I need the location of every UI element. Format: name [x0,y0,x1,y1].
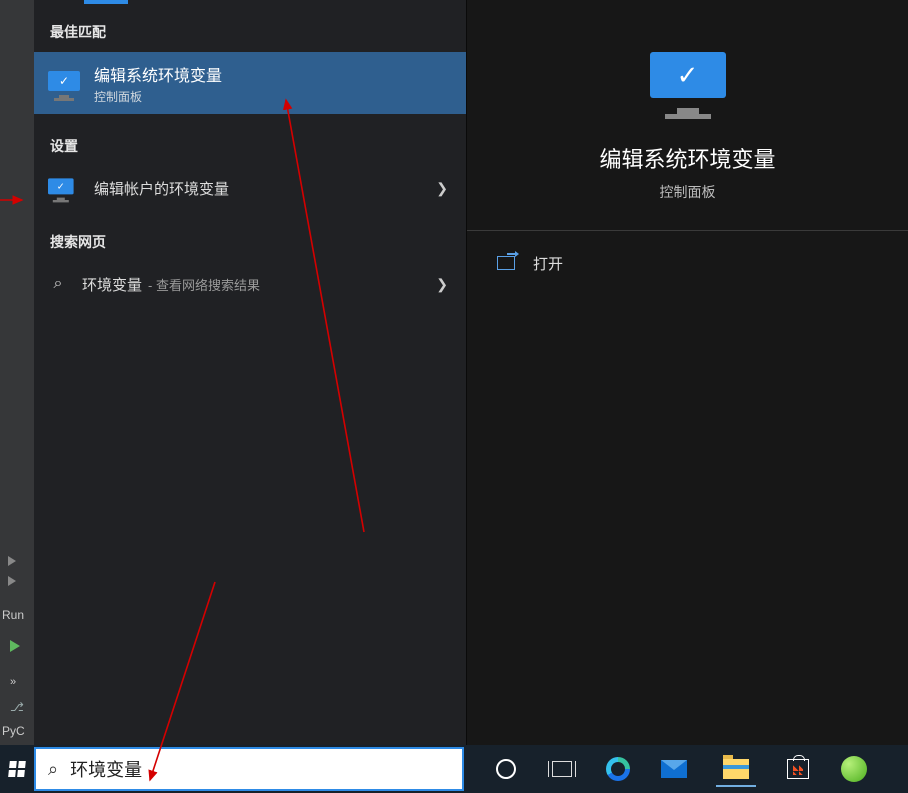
active-tab-indicator [84,0,128,4]
branch-icon: ⎇ [10,700,24,714]
result-subtitle: 控制面板 [94,88,222,105]
search-icon: ⌕ [48,275,68,293]
section-best-match: 最佳匹配 [34,0,466,52]
ide-gutter: Run » ⎇ PyC [0,0,34,745]
web-result-title: 环境变量 [82,274,142,295]
browser-360-button[interactable] [840,755,868,783]
ide-chevrons: » [10,676,16,688]
start-search-panel: 最佳匹配 ✓ 编辑系统环境变量 控制面板 设置 ✓ 编辑帐户的环境变量 ❯ [34,0,908,745]
search-icon: ⌕ [48,759,58,780]
edge-button[interactable] [604,755,632,783]
result-title: 编辑系统环境变量 [94,62,222,86]
mail-button[interactable] [660,755,688,783]
edge-icon [606,757,630,781]
web-result-hint: - 查看网络搜索结果 [148,275,260,294]
open-action[interactable]: 打开 [467,241,908,285]
play-icon [10,640,20,655]
detail-subtitle: 控制面板 [660,182,716,202]
taskbar-icons [492,749,868,789]
ms-store-button[interactable] [784,755,812,783]
windows-logo-icon [8,761,25,777]
system-settings-icon: ✓ [48,71,80,95]
system-settings-icon-large: ✓ [650,52,726,108]
active-app-indicator [716,785,756,787]
open-action-label: 打开 [533,253,563,274]
settings-result-account-env[interactable]: ✓ 编辑帐户的环境变量 ❯ [34,166,466,210]
web-search-result[interactable]: ⌕ 环境变量 - 查看网络搜索结果 ❯ [34,262,466,306]
system-settings-icon: ✓ [48,178,74,197]
run-arrow-icon-2 [8,575,16,589]
search-results-column: 最佳匹配 ✓ 编辑系统环境变量 控制面板 设置 ✓ 编辑帐户的环境变量 ❯ [34,0,466,745]
ms-store-icon [787,759,809,779]
cortana-icon [496,759,516,779]
taskbar-search-box[interactable]: ⌕ [34,747,464,791]
detail-separator [467,230,908,231]
cortana-button[interactable] [492,755,520,783]
start-button[interactable] [0,745,34,793]
settings-result-title: 编辑帐户的环境变量 [94,178,229,199]
task-view-button[interactable] [548,755,576,783]
file-explorer-icon [723,759,749,779]
taskbar: ⌕ [0,745,908,793]
best-match-result[interactable]: ✓ 编辑系统环境变量 控制面板 [34,52,466,114]
detail-title: 编辑系统环境变量 [599,142,775,174]
browser-360-icon [841,756,867,782]
task-view-icon [552,761,572,777]
run-arrow-icon [8,555,16,569]
mail-icon [661,760,687,778]
search-detail-column: ✓ 编辑系统环境变量 控制面板 打开 [466,0,908,745]
search-input[interactable] [70,759,450,780]
chevron-right-icon: ❯ [436,180,448,197]
ide-run-label: Run [2,608,24,622]
open-external-icon [497,256,515,270]
section-web: 搜索网页 [34,210,466,262]
chevron-right-icon: ❯ [436,276,448,293]
file-explorer-button[interactable] [716,749,756,789]
section-settings: 设置 [34,114,466,166]
ide-pyc-label: PyC [2,724,25,738]
